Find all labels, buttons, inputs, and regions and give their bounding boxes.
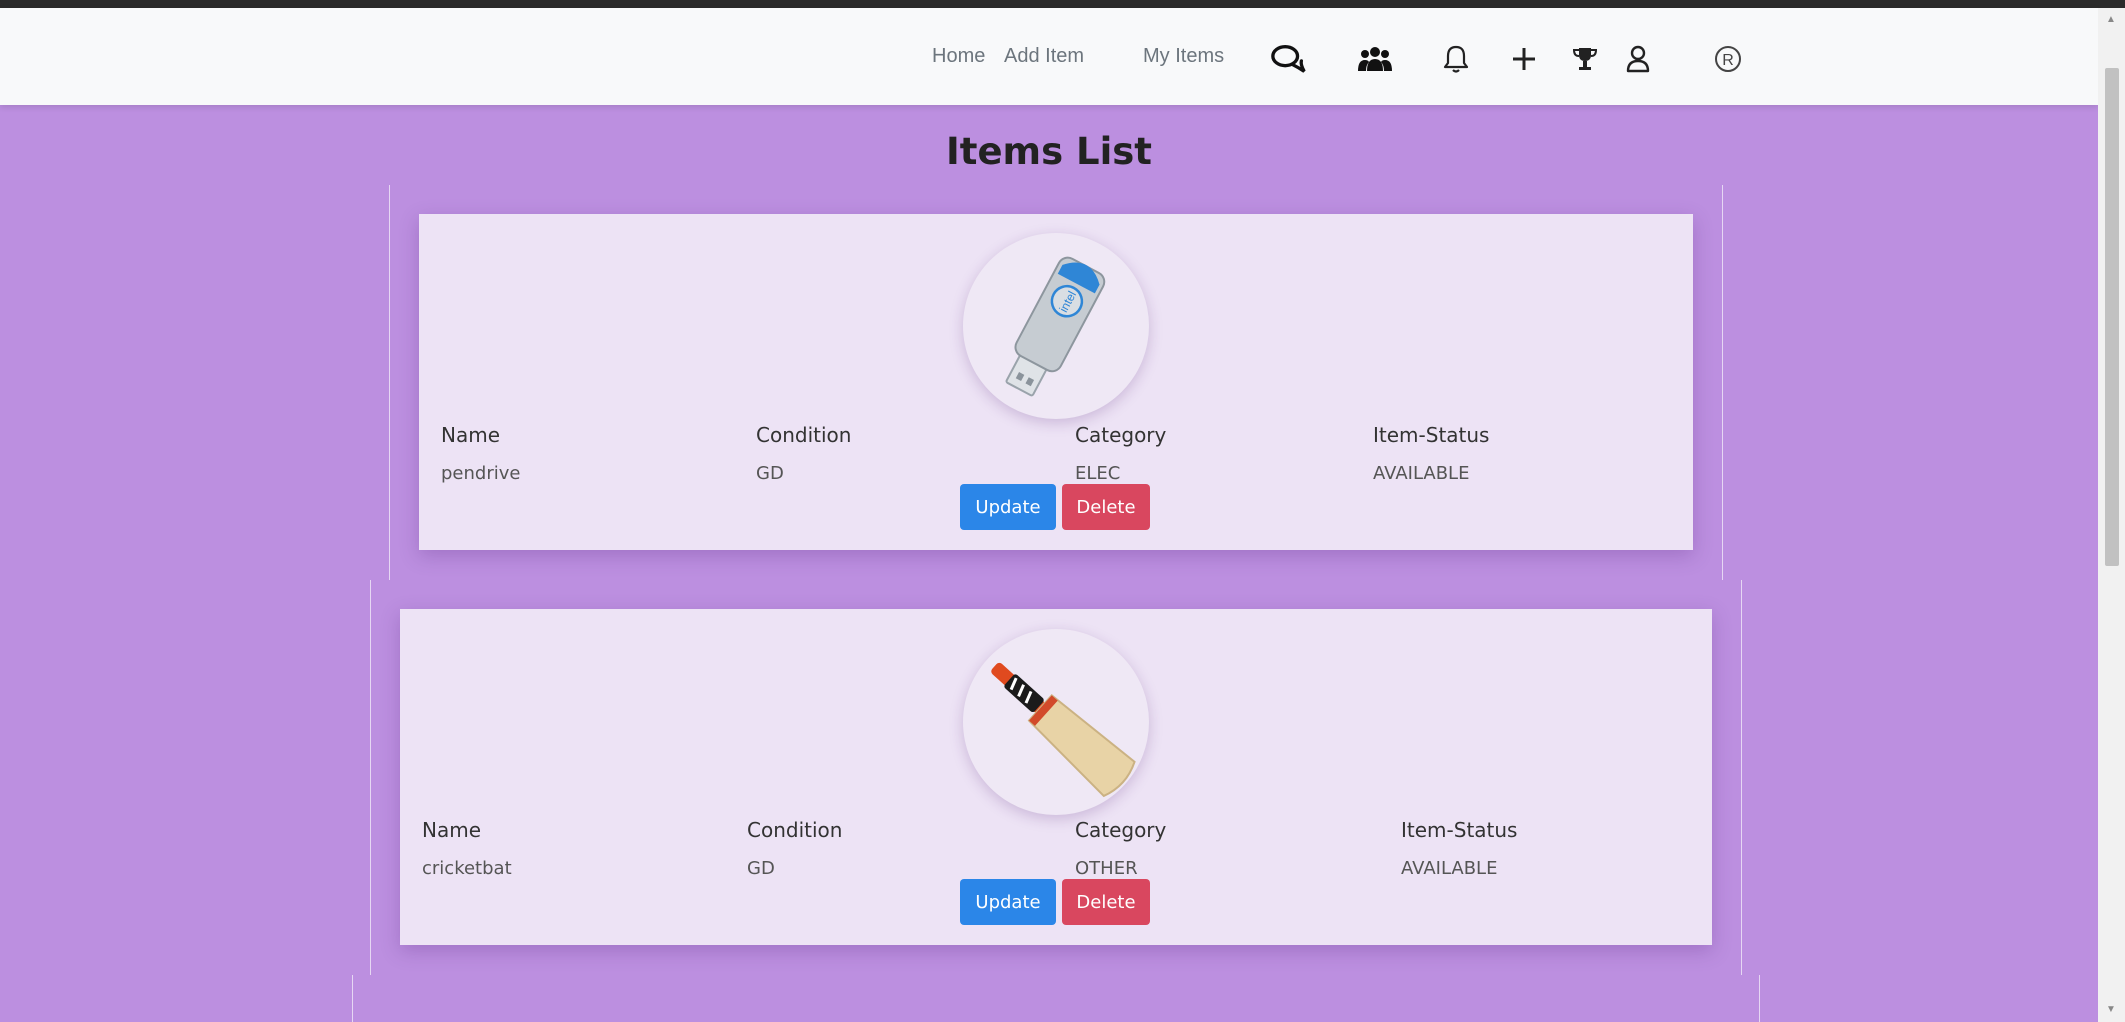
column-border-line (389, 185, 390, 580)
update-button[interactable]: Update (960, 879, 1056, 925)
chat-icon[interactable] (1270, 42, 1308, 76)
delete-button[interactable]: Delete (1062, 879, 1150, 925)
nav-my-items-link[interactable]: My Items (1143, 45, 1224, 68)
column-border-line (370, 580, 371, 975)
registered-icon[interactable]: R (1709, 42, 1747, 76)
column-border-line (352, 975, 353, 1022)
value-item-status: AVAILABLE (1373, 463, 1470, 484)
label-name: Name (422, 818, 482, 842)
scrollbar-thumb[interactable] (2105, 68, 2119, 566)
value-category: OTHER (1075, 858, 1138, 879)
column-border-line (1741, 580, 1742, 975)
plus-icon[interactable] (1505, 42, 1543, 76)
window-top-border (0, 0, 2125, 8)
value-condition: GD (747, 858, 775, 879)
trophy-icon[interactable] (1566, 42, 1604, 76)
item-image-pendrive: intel (963, 233, 1149, 419)
value-category: ELEC (1075, 463, 1121, 484)
item-card: Name cricketbat Condition GD Category OT… (400, 609, 1712, 945)
scroll-up-arrow-icon[interactable]: ▲ (2106, 14, 2116, 25)
value-name: cricketbat (422, 858, 512, 879)
update-button[interactable]: Update (960, 484, 1056, 530)
vertical-scrollbar[interactable]: ▲ ▼ (2098, 8, 2125, 1022)
label-name: Name (441, 423, 501, 447)
delete-button[interactable]: Delete (1062, 484, 1150, 530)
scroll-down-arrow-icon[interactable]: ▼ (2106, 1004, 2116, 1015)
label-item-status: Item-Status (1373, 423, 1490, 447)
column-border-line (1722, 185, 1723, 580)
users-icon[interactable] (1356, 42, 1394, 76)
label-category: Category (1075, 818, 1167, 842)
navbar: Home Add Item My Items R (0, 8, 2098, 105)
column-border-line (1759, 975, 1760, 1022)
item-card: intel Name pendrive Condition GD Categor… (419, 214, 1693, 550)
bell-icon[interactable] (1437, 42, 1475, 76)
item-image-cricketbat (963, 629, 1149, 815)
label-category: Category (1075, 423, 1167, 447)
label-condition: Condition (756, 423, 852, 447)
nav-add-item-link[interactable]: Add Item (1004, 45, 1084, 68)
nav-home-link[interactable]: Home (932, 45, 985, 68)
value-name: pendrive (441, 463, 521, 484)
page-title: Items List (946, 130, 1152, 173)
value-condition: GD (756, 463, 784, 484)
user-icon[interactable] (1619, 42, 1657, 76)
svg-text:R: R (1722, 52, 1734, 69)
label-condition: Condition (747, 818, 843, 842)
label-item-status: Item-Status (1401, 818, 1518, 842)
value-item-status: AVAILABLE (1401, 858, 1498, 879)
